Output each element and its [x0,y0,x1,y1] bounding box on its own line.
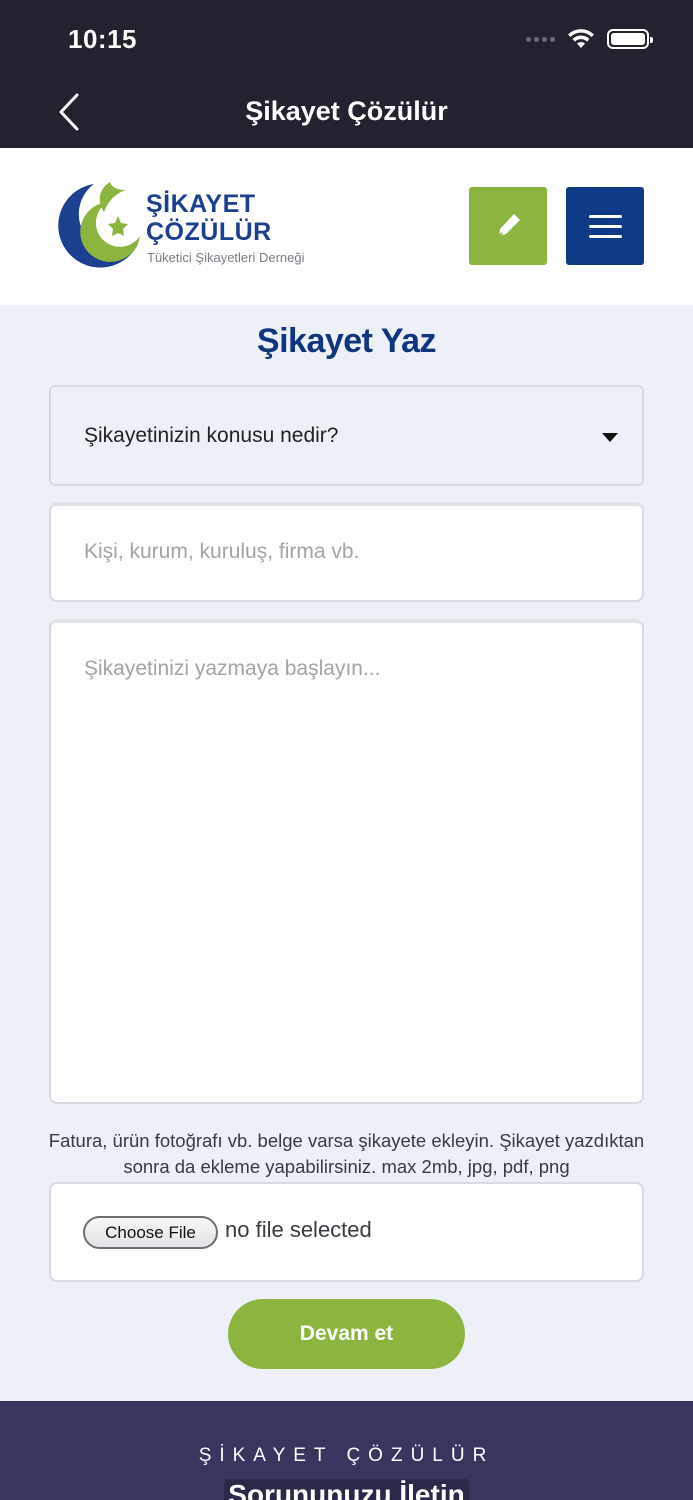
battery-icon [607,29,653,49]
file-status: no file selected [225,1217,372,1242]
caret-down-icon [602,433,618,442]
continue-button[interactable]: Devam et [228,1299,465,1369]
complaint-textarea[interactable]: Şikayetinizi yazmaya başlayın... [49,619,644,1104]
site-logo[interactable]: ŞİKAYET ÇÖZÜLÜR Tüketici Şikayetleri Der… [48,178,318,274]
page-title: Şikayet Yaz [256,322,437,360]
footer: ŞİKAYET ÇÖZÜLÜR Sorununuzu İletin [0,1401,693,1500]
status-icons [526,28,653,50]
status-time: 10:15 [68,24,137,54]
footer-brand: ŞİKAYET ÇÖZÜLÜR [198,1445,495,1466]
hamburger-icon [588,214,622,218]
choose-file-button[interactable]: Choose File [83,1216,218,1249]
logo-title-line2: ÇÖZÜLÜR [146,218,272,246]
topic-select-value: Şikayetinizin konusu nedir? [84,423,339,447]
write-complaint-button[interactable] [469,187,547,265]
signal-icon [526,36,555,42]
logo-title-line1: ŞİKAYET [146,190,256,218]
menu-button[interactable] [566,187,644,265]
top-bar: 10:15 Şikayet Çözülür [0,0,693,148]
footer-cta[interactable]: Sorununuzu İletin [0,1479,693,1500]
wifi-icon [568,29,594,48]
logo-mark-icon [58,182,140,268]
file-hint: Fatura, ürün fotoğrafı vb. belge varsa ş… [48,1130,645,1177]
nav-title: Şikayet Çözülür [245,96,448,126]
footer-cta-label: Sorununuzu İletin [224,1479,469,1500]
topic-select[interactable]: Şikayetinizin konusu nedir? [49,385,644,486]
logo-subtitle: Tüketici Şikayetleri Derneği [147,250,305,265]
file-upload-field: Choose File no file selected [49,1182,644,1282]
site-header: ŞİKAYET ÇÖZÜLÜR Tüketici Şikayetleri Der… [0,148,693,305]
company-input[interactable]: Kişi, kurum, kuruluş, firma vb. [49,502,644,602]
pen-icon [497,214,520,238]
